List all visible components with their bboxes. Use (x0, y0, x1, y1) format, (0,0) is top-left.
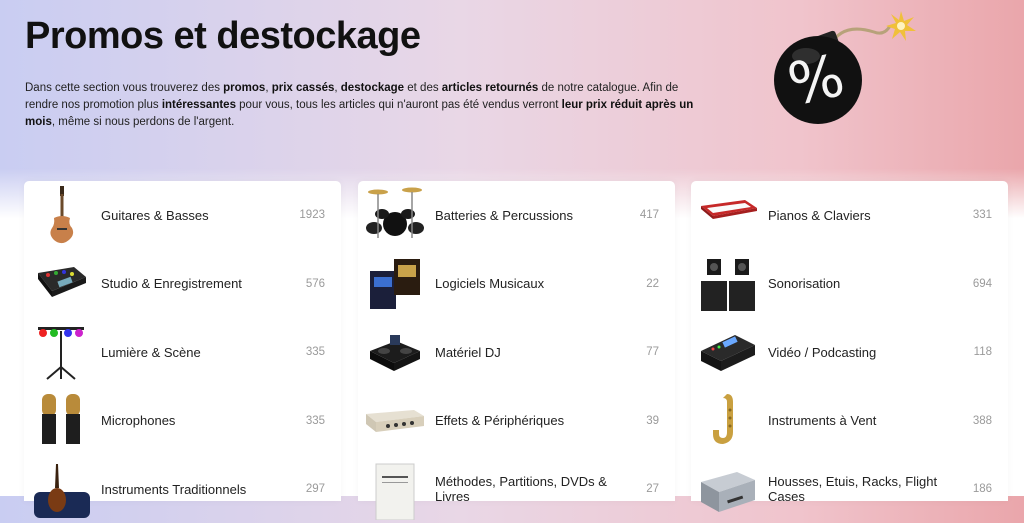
intro-emphasis: articles retournés (441, 82, 539, 94)
speakers-icon (697, 253, 759, 315)
category-column-3: Pianos & Claviers 331 Sonorisation 694 V… (691, 181, 1008, 501)
software-box-icon (364, 253, 426, 315)
category-label: Effets & Périphériques (435, 413, 565, 428)
category-label: Méthodes, Partitions, DVDs & Livres (435, 474, 607, 504)
category-item-instruments-traditionnels[interactable]: Instruments Traditionnels 297 (24, 455, 341, 523)
category-item-pianos-claviers[interactable]: Pianos & Claviers 331 (691, 181, 1008, 249)
category-column-1: Guitares & Basses 1923 Studio & Enregist… (24, 181, 341, 501)
category-count: 297 (305, 483, 325, 495)
category-count: 335 (305, 346, 325, 358)
page-header: Promos et destockage Dans cette section … (25, 12, 705, 143)
category-count: 118 (973, 346, 992, 358)
category-label: Guitares & Basses (101, 207, 209, 223)
category-label: Batteries & Percussions (435, 207, 574, 223)
page-title: Promos et destockage (25, 15, 421, 57)
category-count: 186 (972, 483, 992, 495)
category-grid: Guitares & Basses 1923 Studio & Enregist… (24, 181, 1008, 501)
intro-emphasis: promos (223, 82, 266, 94)
category-label: Matériel DJ (435, 344, 501, 360)
intro-emphasis: prix cassés (271, 82, 335, 94)
drum-kit-icon (364, 184, 426, 246)
saxophone-icon (697, 390, 759, 452)
category-label: Studio & Enregistrement (101, 276, 242, 291)
category-item-materiel-dj[interactable]: Matériel DJ 77 (358, 318, 675, 386)
dj-controller-icon (364, 321, 426, 383)
category-label: Instruments à Vent (768, 413, 877, 428)
category-count: 576 (305, 277, 325, 290)
category-label: Vidéo / Podcasting (768, 344, 877, 360)
category-count: 22 (646, 277, 659, 290)
category-item-effets-peripheriques[interactable]: Effets & Périphériques 39 (358, 387, 675, 455)
category-label: Housses, Etuis, Racks, Flight Cases (768, 474, 938, 504)
intro-emphasis: intéressantes (161, 99, 236, 111)
category-count: 388 (972, 414, 992, 427)
category-item-batteries-percussions[interactable]: Batteries & Percussions 417 (358, 181, 675, 249)
category-count: 27 (646, 483, 659, 495)
category-label: Logiciels Musicaux (435, 276, 545, 291)
intro-text: Dans cette section vous trouverez des pr… (25, 80, 705, 131)
category-count: 417 (639, 209, 659, 221)
category-count: 331 (972, 209, 992, 221)
guitar-icon (30, 184, 92, 246)
category-count: 1923 (299, 209, 325, 221)
mixer-icon (30, 253, 92, 315)
category-item-guitares-basses[interactable]: Guitares & Basses 1923 (24, 181, 341, 249)
category-item-methodes-partitions[interactable]: Méthodes, Partitions, DVDs & Livres 27 (358, 455, 675, 523)
book-icon (364, 458, 426, 520)
category-item-logiciels-musicaux[interactable]: Logiciels Musicaux 22 (358, 250, 675, 318)
category-label: Microphones (101, 413, 176, 428)
violin-icon (30, 458, 92, 520)
category-count: 335 (305, 414, 325, 427)
category-item-microphones[interactable]: Microphones 335 (24, 387, 341, 455)
intro-segment: , même si nous perdons de l'argent. (51, 116, 235, 128)
category-item-studio-enregistrement[interactable]: Studio & Enregistrement 576 (24, 250, 341, 318)
intro-segment: Dans cette section vous trouverez des (25, 82, 224, 94)
category-label: Lumière & Scène (101, 344, 201, 360)
microphone-icon (30, 390, 92, 452)
category-column-2: Batteries & Percussions 417 Logiciels Mu… (358, 181, 675, 501)
intro-emphasis: destockage (340, 82, 405, 94)
intro-segment: et des (404, 82, 442, 94)
video-switcher-icon (697, 321, 759, 383)
flight-case-icon (697, 458, 759, 520)
rack-unit-icon (364, 390, 426, 452)
category-item-video-podcasting[interactable]: Vidéo / Podcasting 118 (691, 318, 1008, 386)
category-label: Pianos & Claviers (768, 207, 871, 223)
category-item-sonorisation[interactable]: Sonorisation 694 (691, 250, 1008, 318)
category-label: Instruments Traditionnels (101, 481, 247, 497)
intro-segment: pour vous, tous les articles qui n'auron… (235, 99, 562, 111)
category-count: 39 (646, 414, 659, 427)
category-count: 694 (972, 277, 992, 290)
category-count: 77 (646, 346, 659, 358)
category-label: Sonorisation (768, 276, 841, 291)
category-item-instruments-a-vent[interactable]: Instruments à Vent 388 (691, 387, 1008, 455)
category-item-lumiere-scene[interactable]: Lumière & Scène 335 (24, 318, 341, 386)
keyboard-icon (697, 184, 759, 246)
stage-light-icon (30, 321, 92, 383)
percent-bomb-icon: % (770, 8, 930, 133)
category-item-housses-etuis[interactable]: Housses, Etuis, Racks, Flight Cases 186 (691, 455, 1008, 523)
